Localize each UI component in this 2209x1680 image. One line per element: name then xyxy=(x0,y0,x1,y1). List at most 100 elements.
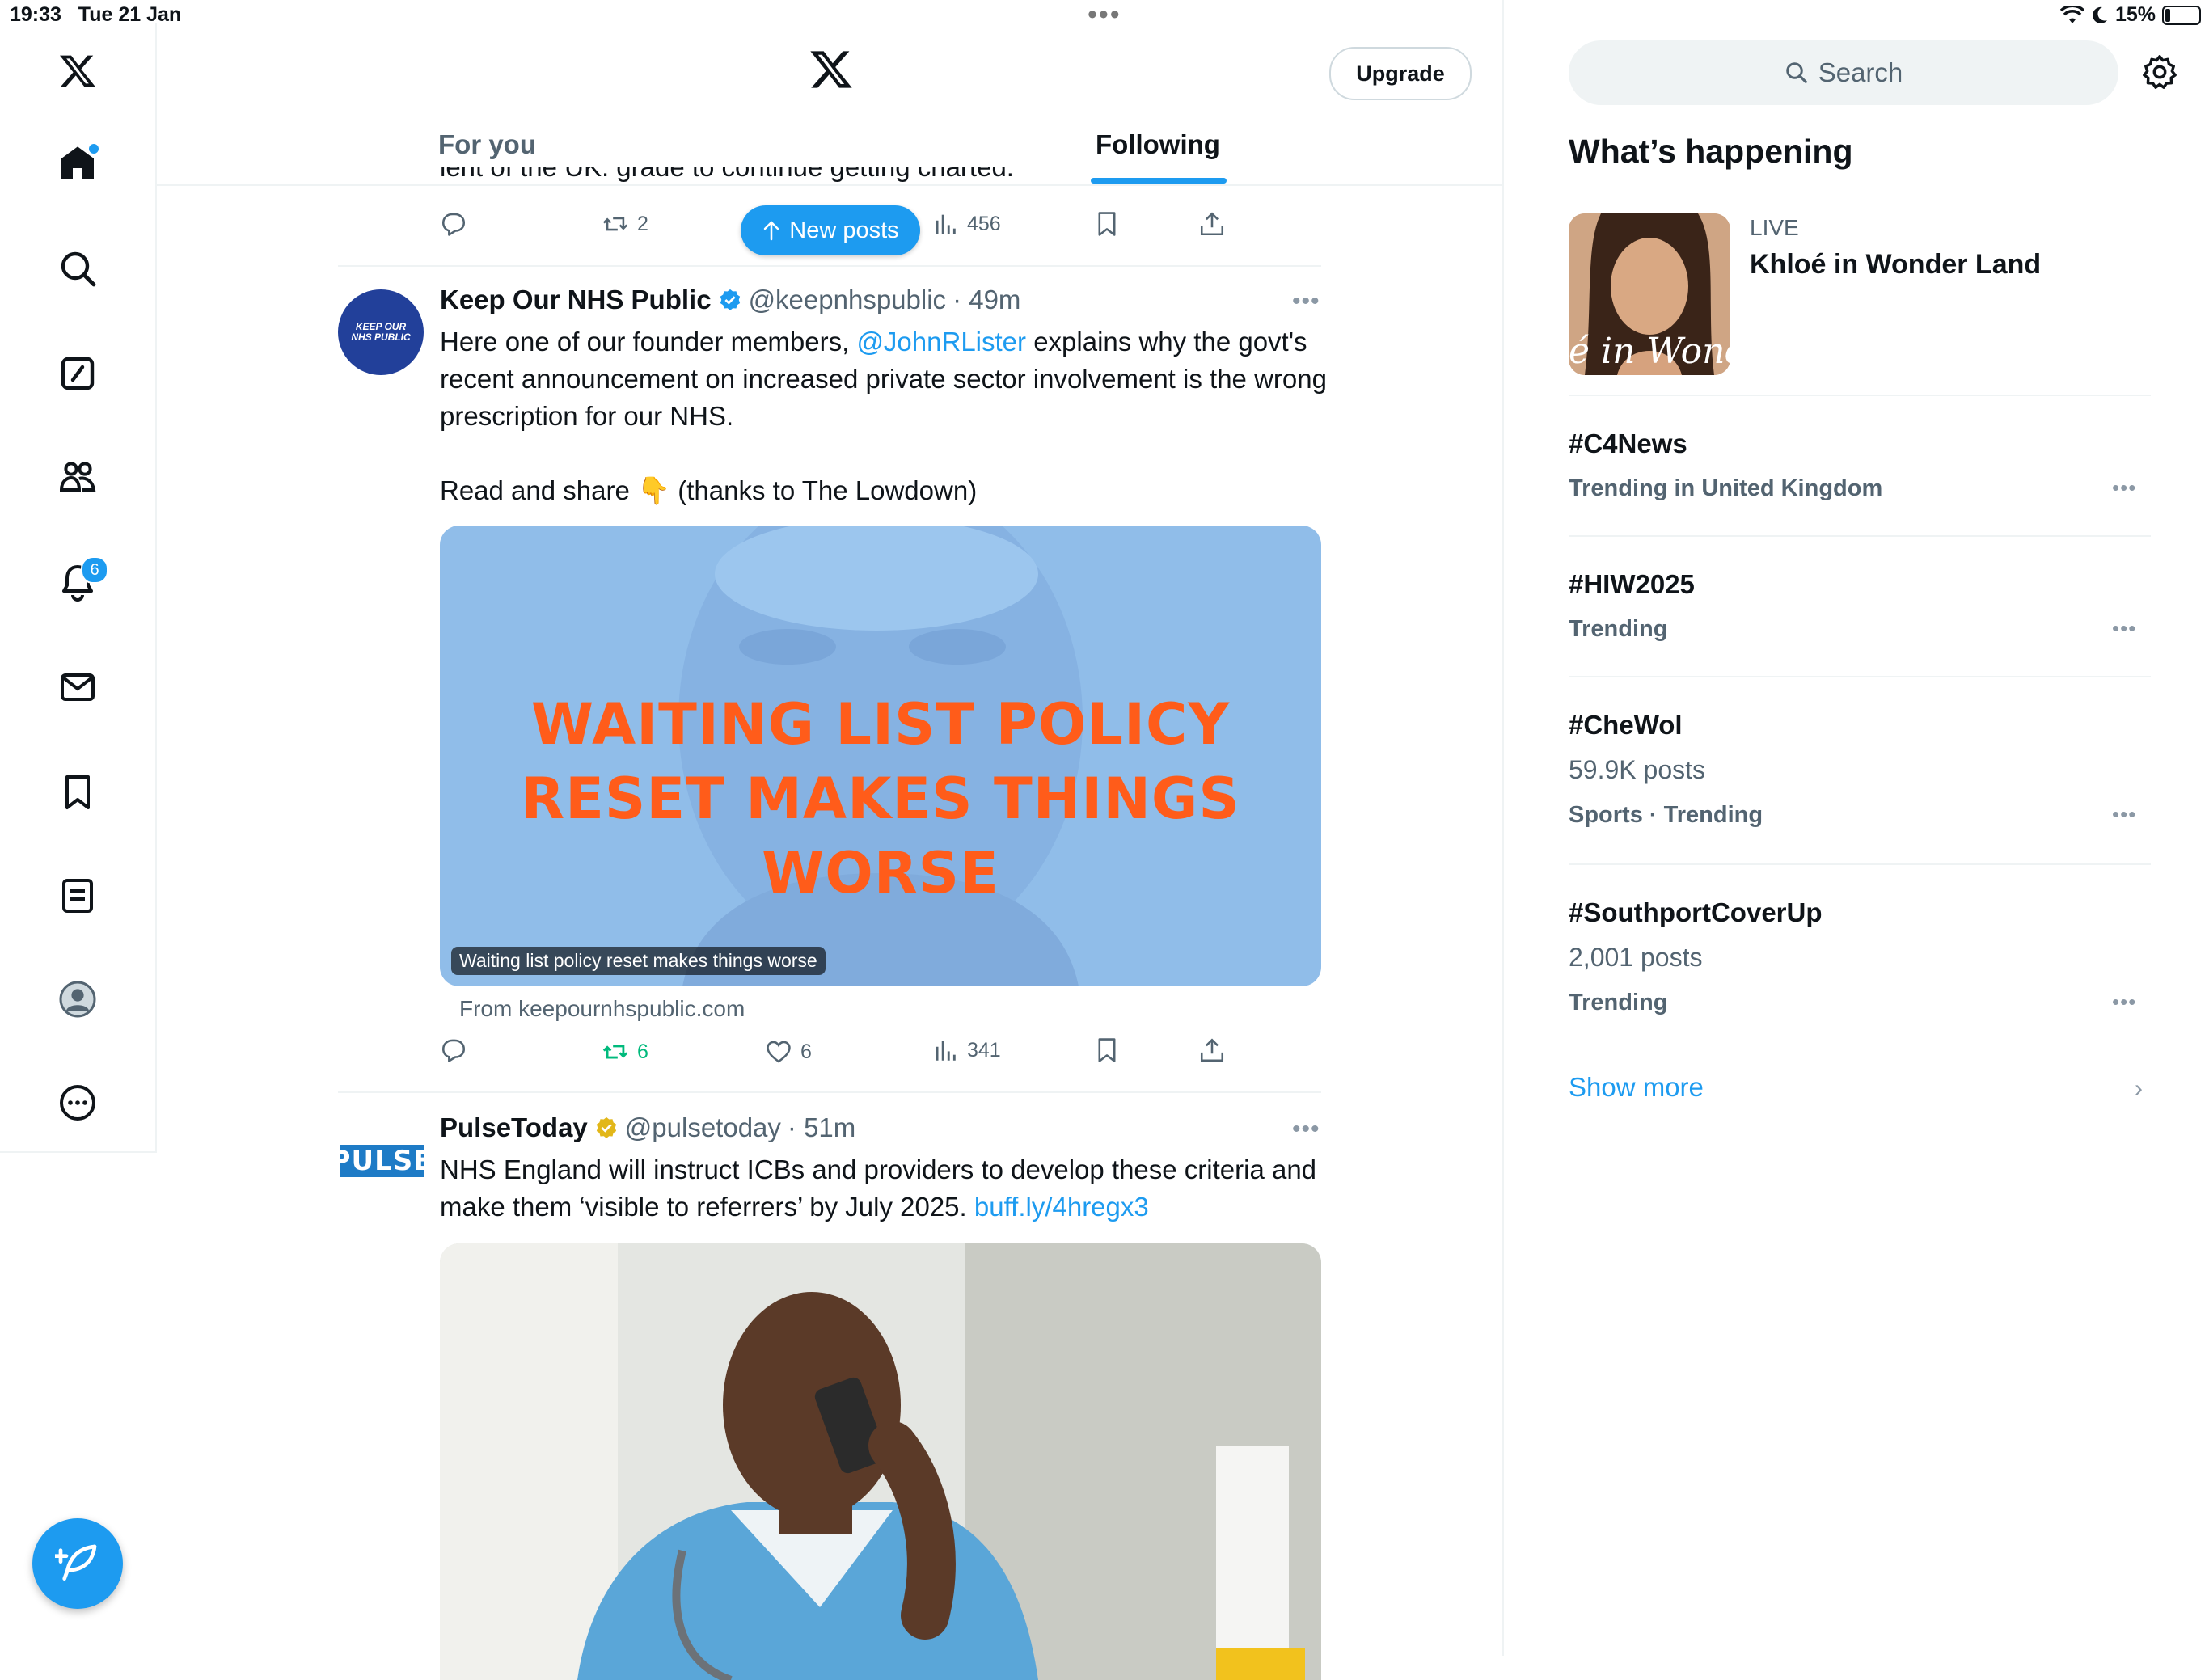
prev-bookmark-button[interactable] xyxy=(1093,210,1121,238)
author-handle[interactable]: @keepnhspublic xyxy=(749,285,947,315)
live-event-title[interactable]: Khloé in Wonder Land xyxy=(1750,249,2041,281)
mention-link[interactable]: @JohnRLister xyxy=(856,327,1026,357)
trend-more-icon[interactable]: ••• xyxy=(2112,990,2136,1015)
sidebar-divider xyxy=(1569,395,2151,396)
verified-badge-icon xyxy=(720,289,740,310)
tweet-body-line-2: Read and share 👇 (thanks to The Lowdown) xyxy=(440,475,978,505)
left-navigation: 6 xyxy=(0,23,157,1153)
settings-gear-icon[interactable] xyxy=(2141,53,2178,91)
sidebar-divider xyxy=(1569,863,2151,865)
search-icon xyxy=(1785,62,1807,83)
x-logo-icon[interactable] xyxy=(57,50,99,92)
moon-icon xyxy=(2093,6,2107,23)
trend-tag[interactable]: #HIW2025 xyxy=(1569,569,1695,600)
battery-percent: 15% xyxy=(2114,3,2156,26)
trend-tag[interactable]: #SouthportCoverUp xyxy=(1569,897,1823,928)
search-placeholder: Search xyxy=(1818,57,1903,87)
views-icon xyxy=(936,214,956,234)
new-posts-button[interactable]: New posts xyxy=(741,205,920,255)
tweet-time[interactable]: · 51m xyxy=(788,1112,855,1143)
trend-more-icon[interactable]: ••• xyxy=(2112,475,2136,500)
author-name[interactable]: PulseToday xyxy=(440,1112,588,1143)
author-name[interactable]: Keep Our NHS Public xyxy=(440,285,712,315)
like-button[interactable]: 6 xyxy=(765,1038,812,1066)
share-icon xyxy=(1200,212,1224,236)
verified-gold-badge-icon xyxy=(596,1116,616,1138)
reply-button[interactable] xyxy=(440,1036,467,1064)
share-button[interactable] xyxy=(1198,1036,1226,1064)
card-caption: Waiting list policy reset makes things w… xyxy=(451,947,826,975)
bookmark-button[interactable] xyxy=(1093,1036,1121,1064)
bookmark-icon xyxy=(1098,1038,1116,1062)
notifications-badge: 6 xyxy=(81,556,108,584)
compose-post-icon xyxy=(55,1544,97,1581)
tweet-time[interactable]: · 49m xyxy=(952,285,1020,315)
grok-icon[interactable] xyxy=(57,352,99,395)
trend-more-icon[interactable]: ••• xyxy=(2112,802,2136,827)
sidebar-divider xyxy=(1569,676,2151,677)
status-bar-right: 15% xyxy=(2059,3,2201,27)
avatar[interactable]: KEEP OUR NHS PUBLIC xyxy=(338,289,424,375)
trend-meta: Trending xyxy=(1569,616,1668,642)
photo-doctor-figure xyxy=(440,1243,1321,1680)
show-more-link[interactable]: Show more xyxy=(1569,1072,1704,1103)
tweet-photo[interactable] xyxy=(440,1243,1321,1680)
trend-more-icon[interactable]: ••• xyxy=(2112,616,2136,641)
header-x-logo-icon[interactable] xyxy=(809,47,854,92)
prev-repost-button[interactable]: 2 xyxy=(602,210,648,238)
trend-tag[interactable]: #CheWol xyxy=(1569,710,1683,741)
link-card-image[interactable]: WAITING LIST POLICY RESET MAKES THINGS W… xyxy=(440,526,1321,986)
home-icon[interactable] xyxy=(57,142,99,184)
tweet-more-icon[interactable]: ••• xyxy=(1292,288,1320,315)
prev-reply-button[interactable] xyxy=(440,210,467,238)
communities-icon[interactable] xyxy=(57,456,99,498)
bookmark-icon xyxy=(1098,212,1116,236)
arrow-up-icon xyxy=(764,221,779,241)
new-posts-label: New posts xyxy=(789,217,899,243)
heart-icon xyxy=(767,1041,791,1063)
prev-views-button[interactable]: 456 xyxy=(931,210,1001,238)
share-icon xyxy=(1200,1038,1224,1062)
avatar-logo-text: KEEP OUR NHS PUBLIC xyxy=(351,321,411,343)
battery-icon xyxy=(2162,5,2201,25)
messages-icon[interactable] xyxy=(57,666,99,708)
prev-views-count: 456 xyxy=(967,212,1001,235)
bookmarks-icon[interactable] xyxy=(57,771,99,813)
compose-post-button[interactable] xyxy=(32,1518,123,1609)
repost-icon xyxy=(602,1045,628,1059)
repost-button[interactable]: 6 xyxy=(602,1038,648,1066)
trend-meta: Sports · Trending xyxy=(1569,802,1763,828)
sidebar-divider xyxy=(1569,535,2151,537)
previous-tweet-text: lent of the UK. grade to continue gettin… xyxy=(440,167,1014,182)
tweet-body: NHS England will instruct ICBs and provi… xyxy=(440,1154,1317,1222)
author-handle[interactable]: @pulsetoday xyxy=(625,1112,781,1143)
wifi-icon xyxy=(2059,5,2084,23)
tweet-link[interactable]: buff.ly/4hregx3 xyxy=(974,1192,1149,1222)
upgrade-button[interactable]: Upgrade xyxy=(1329,47,1472,100)
tweet-divider xyxy=(338,265,1321,267)
search-input[interactable]: Search xyxy=(1569,40,2118,105)
tab-for-you[interactable]: For you xyxy=(438,129,536,160)
reply-icon xyxy=(441,1039,466,1062)
trend-tag[interactable]: #C4News xyxy=(1569,428,1687,459)
tweet-body: Here one of our founder members, @JohnRL… xyxy=(440,327,1327,431)
trend-post-count: 2,001 posts xyxy=(1569,943,1703,972)
card-headline: WAITING LIST POLICY RESET MAKES THINGS W… xyxy=(521,691,1240,906)
profile-icon[interactable] xyxy=(57,978,99,1020)
trend-meta: Trending in United Kingdom xyxy=(1569,475,1883,501)
header-divider xyxy=(157,184,1502,186)
reply-icon xyxy=(441,213,466,236)
more-icon[interactable] xyxy=(57,1082,99,1124)
whats-happening-title: What’s happening xyxy=(1569,133,1853,170)
tweet-more-icon[interactable]: ••• xyxy=(1292,1116,1320,1143)
views-count: 341 xyxy=(967,1038,1001,1062)
notifications-icon[interactable]: 6 xyxy=(57,556,108,603)
explore-icon[interactable] xyxy=(57,247,99,289)
avatar[interactable]: PULSE xyxy=(331,1145,432,1177)
card-source-link[interactable]: From keepournhspublic.com xyxy=(459,996,745,1022)
prev-share-button[interactable] xyxy=(1198,210,1226,238)
tab-following[interactable]: Following xyxy=(1096,129,1220,160)
lists-icon[interactable] xyxy=(57,875,99,917)
live-event-thumbnail[interactable]: é in Wonder L xyxy=(1569,213,1730,375)
views-button[interactable]: 341 xyxy=(931,1036,1001,1064)
